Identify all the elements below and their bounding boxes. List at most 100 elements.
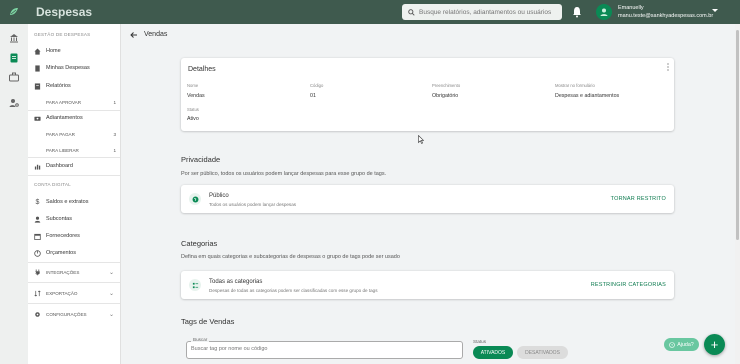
name-label: Nome (187, 83, 199, 88)
sidebar-item-export[interactable]: EXPORTAÇÃO ⌄ (34, 288, 116, 298)
receipt-icon (35, 64, 40, 72)
sidebar-item-dashboard[interactable]: Dashboard (34, 161, 116, 171)
chevron-down-icon: ⌄ (108, 311, 114, 318)
scrollbar-thumb[interactable] (736, 30, 739, 240)
categories-row-subtitle: Despesas de todas as categorias podem se… (209, 288, 378, 293)
sidebar-subitem-to-release[interactable]: PARA LIBERAR 1 (46, 146, 116, 154)
user-info[interactable]: Emanuelly manu.teste@sankhyadespesas.com… (618, 4, 713, 20)
sidebar-item-reports[interactable]: Relatórios (34, 81, 116, 91)
divider (28, 303, 120, 304)
sidebar-item-label: Adiantamentos (46, 115, 83, 121)
bank-icon[interactable] (9, 33, 19, 43)
search-icon (408, 8, 415, 16)
make-restricted-button[interactable]: TORNAR RESTRITO (611, 196, 666, 202)
briefcase-icon[interactable] (9, 72, 19, 82)
budget-icon (34, 249, 41, 257)
avatar[interactable] (596, 4, 612, 20)
categories-title: Categorias (181, 239, 218, 248)
inactive-filter-button[interactable]: DESATIVADOS (517, 346, 568, 359)
tags-title: Tags de Vendas (181, 317, 235, 326)
section-title-digital: CONTA DIGITAL (34, 182, 71, 187)
plug-icon (35, 268, 40, 276)
sidebar-item-label: Saldos e extratos (46, 199, 89, 205)
categories-description: Defina em quais categorias e subcategori… (181, 254, 400, 260)
sidebar-item-label: PARA PAGAR (46, 131, 75, 137)
count-badge: 3 (113, 131, 116, 137)
help-button[interactable]: ? Ajuda? (664, 338, 699, 351)
calendar-icon (34, 233, 41, 240)
fill-value: Obrigatório (432, 93, 459, 99)
sidebar-item-label: EXPORTAÇÃO (46, 290, 78, 296)
divider (28, 282, 120, 283)
restrict-categories-button[interactable]: RESTRINGIR CATEGORIAS (591, 282, 666, 288)
search-input[interactable] (419, 8, 559, 16)
details-title: Detalhes (188, 66, 216, 73)
help-icon: ? (669, 341, 676, 348)
divider (28, 110, 120, 111)
sidebar-item-label: CONFIGURAÇÕES (46, 311, 87, 317)
sidebar-item-label: INTEGRAÇÕES (46, 269, 80, 275)
privacy-title: Privacidade (181, 155, 221, 164)
tag-search-field[interactable]: Buscar (186, 337, 463, 359)
home-icon (34, 47, 41, 55)
privacy-row-subtitle: Todos os usuários podem lançar despesas (209, 202, 297, 207)
category-icon (189, 279, 201, 291)
section-title-expenses: GESTÃO DE DESPESAS (34, 32, 91, 37)
count-badge: 1 (113, 147, 116, 153)
sidebar: GESTÃO DE DESPESAS Home Minhas Despesas … (28, 24, 121, 364)
chevron-down-icon: ⌄ (108, 290, 114, 297)
report-icon (34, 82, 41, 90)
help-label: Ajuda? (677, 341, 694, 348)
sidebar-item-label: Subcontas (46, 216, 72, 222)
logo-icon[interactable] (0, 0, 28, 24)
user-settings-icon[interactable] (9, 98, 19, 108)
global-search[interactable] (402, 4, 562, 20)
cash-icon (34, 116, 41, 121)
arrow-left-icon[interactable] (130, 31, 138, 39)
divider (28, 262, 120, 263)
chevron-down-icon[interactable] (712, 9, 718, 12)
cursor-icon (418, 135, 424, 144)
sidebar-item-budgets[interactable]: Orçamentos (34, 248, 116, 258)
count-badge: 1 (113, 99, 116, 105)
sidebar-subitem-to-approve[interactable]: PARA APROVAR 1 (46, 98, 116, 106)
categories-row: Todas as categorias Despesas de todas as… (181, 271, 674, 299)
add-button[interactable]: + (704, 334, 725, 355)
sidebar-item-settings[interactable]: CONFIGURAÇÕES ⌄ (34, 309, 116, 319)
chevron-down-icon: ⌄ (108, 269, 114, 276)
sidebar-item-label: Orçamentos (46, 250, 76, 256)
fill-label: Preenchimento (432, 83, 461, 88)
sidebar-subitem-to-pay[interactable]: PARA PAGAR 3 (46, 130, 116, 138)
privacy-row-title: Público (209, 193, 229, 199)
sidebar-item-suppliers[interactable]: Fornecedores (34, 231, 116, 241)
app-title: Despesas (36, 5, 93, 19)
sidebar-item-subaccounts[interactable]: Subcontas (34, 214, 116, 224)
sidebar-item-advances[interactable]: Adiantamentos (34, 113, 116, 123)
sidebar-item-label: Fornecedores (46, 233, 80, 239)
dollar-icon: $ (35, 198, 40, 206)
document-icon[interactable] (9, 53, 19, 63)
sidebar-item-my-expenses[interactable]: Minhas Despesas (34, 63, 116, 73)
bell-icon[interactable] (572, 6, 582, 18)
export-icon (34, 290, 41, 296)
main-content: Vendas Detalhes Nome Vendas Código 01 Pr… (121, 24, 740, 364)
person-icon (34, 216, 41, 223)
sidebar-item-home[interactable]: Home (34, 46, 116, 56)
categories-row-title: Todas as categorias (209, 279, 263, 285)
sidebar-item-label: PARA APROVAR (46, 99, 82, 105)
show-value: Despesas e adiantamentos (555, 93, 620, 99)
active-filter-button[interactable]: ATIVADOS (473, 346, 513, 359)
show-label: Mostrar no formulário (555, 83, 595, 88)
gear-icon (35, 311, 40, 317)
privacy-row: Público Todos os usuários podem lançar d… (181, 185, 674, 213)
sidebar-item-label: Dashboard (46, 163, 73, 169)
sidebar-item-label: Relatórios (46, 83, 71, 89)
name-value: Vendas (187, 93, 205, 99)
sidebar-item-balances[interactable]: $ Saldos e extratos (34, 197, 116, 207)
page-title: Vendas (144, 31, 168, 38)
more-vertical-icon[interactable] (667, 63, 669, 71)
code-value: 01 (310, 93, 316, 99)
tag-search-input[interactable] (191, 346, 451, 352)
sidebar-item-integrations[interactable]: INTEGRAÇÕES ⌄ (34, 267, 116, 277)
bar-chart-icon (34, 164, 41, 170)
